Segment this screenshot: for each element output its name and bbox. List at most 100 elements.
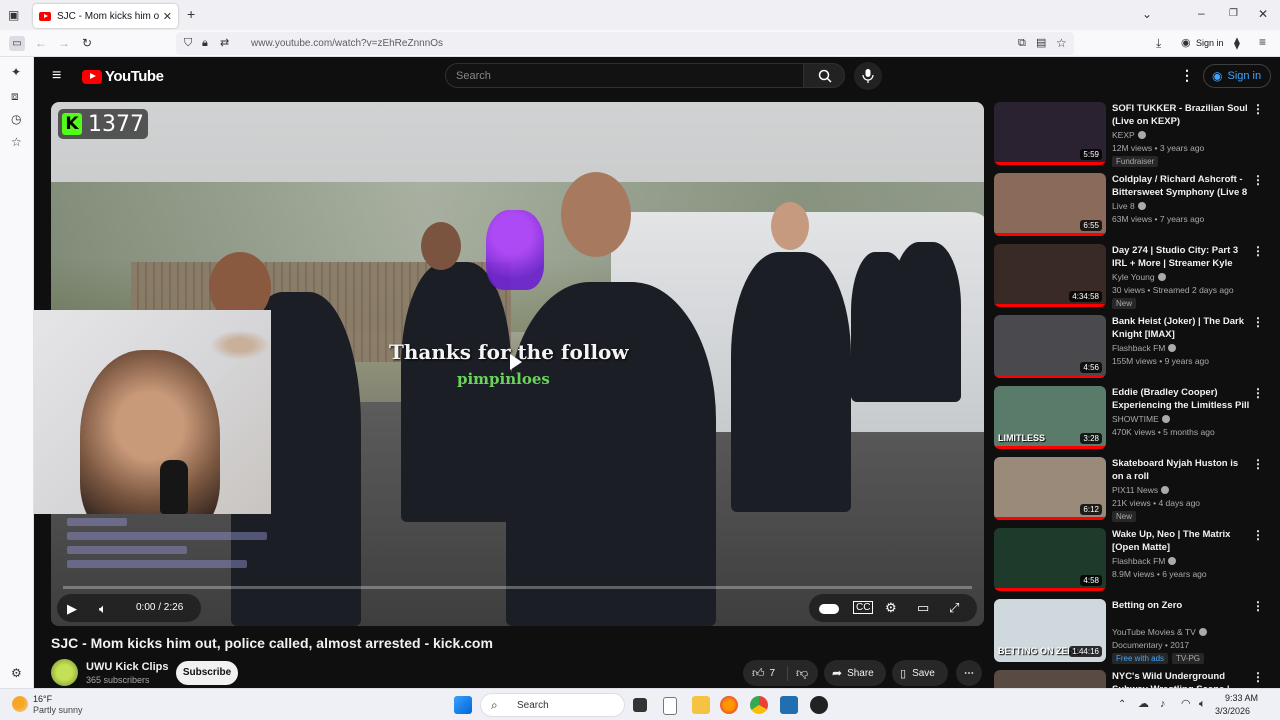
rec-more-icon[interactable]: ⋮: [1252, 457, 1264, 471]
youtube-logo[interactable]: YouTube: [82, 68, 164, 85]
video-progress-bar[interactable]: [63, 586, 972, 589]
rec-channel[interactable]: Flashback FM: [1112, 343, 1177, 353]
more-actions-button[interactable]: ⋯: [956, 660, 982, 686]
rec-title[interactable]: Skateboard Nyjah Huston is on a roll: [1112, 457, 1252, 483]
file-explorer-icon[interactable]: [692, 696, 710, 714]
rec-title[interactable]: Wake Up, Neo | The Matrix [Open Matte]: [1112, 528, 1252, 554]
account-icon[interactable]: ◉: [1181, 37, 1191, 49]
rec-title[interactable]: NYC's Wild Underground Subway Wrestling …: [1112, 670, 1252, 688]
rec-more-icon[interactable]: ⋮: [1252, 315, 1264, 329]
search-input[interactable]: Search: [445, 63, 803, 88]
downloads-icon[interactable]: ⤓: [1156, 37, 1161, 49]
permissions-icon[interactable]: ⇄: [220, 37, 229, 49]
dislike-button[interactable]: 👎︎: [788, 666, 808, 681]
center-play-icon[interactable]: [510, 354, 522, 370]
shield-icon[interactable]: ⛉: [184, 37, 192, 49]
browser-tab-active[interactable]: SJC - Mom kicks him out, police called, …: [33, 4, 178, 28]
window-close-icon[interactable]: ✕: [1258, 8, 1268, 20]
rec-title[interactable]: SOFI TUKKER - Brazilian Soul (Live on KE…: [1112, 102, 1252, 128]
rec-title[interactable]: Day 274 | Studio City: Part 3 IRL + More…: [1112, 244, 1252, 270]
history-icon[interactable]: ◷: [11, 113, 21, 125]
recommendation-item[interactable]: LIMITLESS 3:28 Eddie (Bradley Cooper) Ex…: [994, 386, 1264, 457]
rec-thumbnail[interactable]: 4:58: [994, 528, 1106, 591]
rec-more-icon[interactable]: ⋮: [1252, 670, 1264, 684]
chrome-icon[interactable]: [750, 696, 768, 714]
recommendation-item[interactable]: 6:55 Coldplay / Richard Ashcroft - Bitte…: [994, 173, 1264, 244]
new-tab-icon[interactable]: +: [187, 7, 195, 21]
weather-desc[interactable]: Partly sunny: [33, 705, 83, 715]
rec-more-icon[interactable]: ⋮: [1252, 528, 1264, 542]
rec-channel[interactable]: KEXP: [1112, 130, 1146, 140]
volume-tray-icon[interactable]: 🔈︎: [1199, 698, 1206, 710]
synced-tabs-icon[interactable]: ⧈: [11, 90, 19, 102]
recommendation-item[interactable]: NYC's Wild Underground Subway Wrestling …: [994, 670, 1264, 688]
reader-view-icon[interactable]: ▤: [1036, 37, 1046, 49]
mic-tray-icon[interactable]: ♪: [1160, 698, 1166, 710]
list-all-tabs-icon[interactable]: ⌄: [1142, 8, 1152, 20]
recommendation-item[interactable]: 6:12 Skateboard Nyjah Huston is on a rol…: [994, 457, 1264, 528]
recommendation-item[interactable]: 4:56 Bank Heist (Joker) | The Dark Knigh…: [994, 315, 1264, 386]
taskbar-search[interactable]: ⌕ Search: [480, 693, 625, 717]
voice-search-button[interactable]: [854, 62, 882, 90]
restore-icon[interactable]: ❐: [1229, 8, 1238, 20]
rec-thumbnail[interactable]: LIMITLESS 3:28: [994, 386, 1106, 449]
bookmarks-icon[interactable]: ☆: [11, 136, 22, 148]
picture-in-picture-icon[interactable]: ⧉: [1018, 37, 1026, 49]
hamburger-menu-icon[interactable]: ≡: [52, 67, 61, 85]
share-button[interactable]: ➦ Share: [824, 660, 886, 686]
network-icon[interactable]: ☁: [1138, 698, 1149, 710]
sign-in-button[interactable]: ◉ Sign in: [1203, 64, 1271, 88]
notepad-icon[interactable]: [663, 697, 677, 715]
rec-thumbnail[interactable]: 4:34:58: [994, 244, 1106, 307]
vscode-icon[interactable]: [780, 696, 798, 714]
browser-sign-in-label[interactable]: Sign in: [1196, 38, 1224, 48]
rec-thumbnail[interactable]: [994, 670, 1106, 688]
rec-more-icon[interactable]: ⋮: [1252, 386, 1264, 400]
url-text[interactable]: www.youtube.com/watch?v=zEhReZnnnOs: [251, 38, 443, 49]
rec-more-icon[interactable]: ⋮: [1252, 173, 1264, 187]
rec-thumbnail[interactable]: 6:55: [994, 173, 1106, 236]
channel-avatar[interactable]: [51, 659, 78, 686]
rec-title[interactable]: Eddie (Bradley Cooper) Experiencing the …: [1112, 386, 1252, 412]
rec-title[interactable]: Betting on Zero: [1112, 599, 1252, 612]
rec-title[interactable]: Coldplay / Richard Ashcroft - Bitterswee…: [1112, 173, 1252, 199]
taskbar-time[interactable]: 9:33 AM: [1218, 693, 1258, 703]
firefox-icon[interactable]: [720, 696, 738, 714]
rec-channel[interactable]: Kyle Young: [1112, 272, 1166, 282]
minimize-icon[interactable]: –: [1198, 7, 1205, 19]
rec-more-icon[interactable]: ⋮: [1252, 102, 1264, 116]
show-hidden-icons-icon[interactable]: ⌃: [1118, 699, 1126, 711]
settings-icon[interactable]: ⚙: [885, 600, 897, 616]
save-button[interactable]: ▯ Save: [892, 660, 948, 686]
rec-more-icon[interactable]: ⋮: [1252, 244, 1264, 258]
rec-title[interactable]: Bank Heist (Joker) | The Dark Knight [IM…: [1112, 315, 1252, 341]
lock-icon[interactable]: 🔒︎: [202, 37, 208, 49]
tab-close-icon[interactable]: ✕: [163, 10, 172, 23]
search-button[interactable]: [803, 63, 845, 88]
wifi-icon[interactable]: ◠: [1181, 698, 1191, 710]
volume-icon[interactable]: 🔈︎: [99, 601, 107, 617]
rec-thumbnail[interactable]: 5:59: [994, 102, 1106, 165]
task-view-icon[interactable]: [633, 698, 647, 712]
app-menu-icon[interactable]: ≡: [1259, 36, 1266, 48]
taskbar-date[interactable]: 3/3/2026: [1210, 706, 1250, 716]
subtitles-icon[interactable]: CC: [853, 601, 874, 614]
start-windows-icon[interactable]: [454, 696, 472, 714]
app-icon[interactable]: [810, 696, 828, 714]
rec-more-icon[interactable]: ⋮: [1252, 599, 1264, 613]
channel-name[interactable]: UWU Kick Clips: [86, 661, 169, 673]
like-button[interactable]: 👍︎ 7: [743, 665, 788, 681]
ai-chatbot-icon[interactable]: ✦: [11, 66, 21, 78]
rec-channel[interactable]: Flashback FM: [1112, 556, 1177, 566]
weather-temp[interactable]: 16°F: [33, 694, 52, 704]
recommendation-item[interactable]: BETTING ON ZERO 1:44:16 Betting on Zero …: [994, 599, 1264, 670]
rec-channel[interactable]: Live 8: [1112, 201, 1146, 211]
recommendation-item[interactable]: 4:58 Wake Up, Neo | The Matrix [Open Mat…: [994, 528, 1264, 599]
customize-sidebar-icon[interactable]: ⚙: [11, 667, 22, 679]
reload-icon[interactable]: ↻: [82, 37, 92, 49]
rec-channel[interactable]: PIX11 News: [1112, 485, 1170, 495]
rec-channel[interactable]: SHOWTIME: [1112, 414, 1170, 424]
rec-thumbnail[interactable]: 6:12: [994, 457, 1106, 520]
back-icon[interactable]: ←: [35, 37, 47, 49]
recommendation-item[interactable]: 4:34:58 Day 274 | Studio City: Part 3 IR…: [994, 244, 1264, 315]
